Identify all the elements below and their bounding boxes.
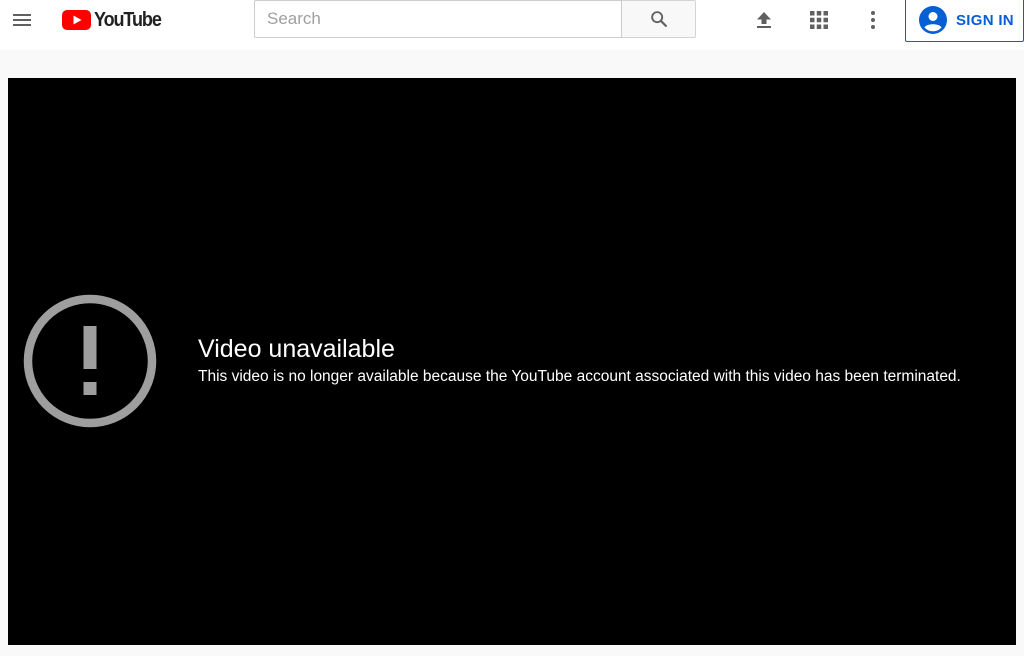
search-button[interactable] bbox=[622, 0, 696, 38]
search-icon bbox=[650, 11, 667, 27]
error-title: Video unavailable bbox=[198, 335, 395, 363]
logo-wordmark: YouTube bbox=[94, 8, 162, 31]
error-message: Video unavailable This video is no longe… bbox=[198, 335, 1008, 387]
sign-in-button[interactable]: SIGN IN bbox=[905, 0, 1024, 42]
guide-menu-button[interactable] bbox=[4, 2, 40, 38]
search-input[interactable] bbox=[255, 1, 621, 37]
upload-button[interactable] bbox=[746, 2, 782, 38]
youtube-play-icon bbox=[62, 10, 91, 30]
upload-icon bbox=[757, 12, 771, 28]
more-vert-icon bbox=[871, 11, 875, 29]
alert-circle-icon bbox=[23, 294, 157, 428]
masthead: YouTube Search SIGN IN bbox=[0, 0, 1024, 50]
apps-grid-icon bbox=[810, 11, 828, 29]
search-box bbox=[254, 0, 622, 38]
sign-in-label: SIGN IN bbox=[956, 11, 1014, 29]
error-reason: This video is no longer available becaus… bbox=[198, 368, 961, 385]
account-circle-icon bbox=[919, 6, 947, 34]
youtube-logo[interactable]: YouTube bbox=[62, 8, 168, 32]
more-options-button[interactable] bbox=[855, 2, 891, 38]
apps-button[interactable] bbox=[801, 2, 837, 38]
video-player[interactable]: Video unavailable This video is no longe… bbox=[8, 78, 1016, 645]
hamburger-menu-icon bbox=[13, 14, 31, 26]
